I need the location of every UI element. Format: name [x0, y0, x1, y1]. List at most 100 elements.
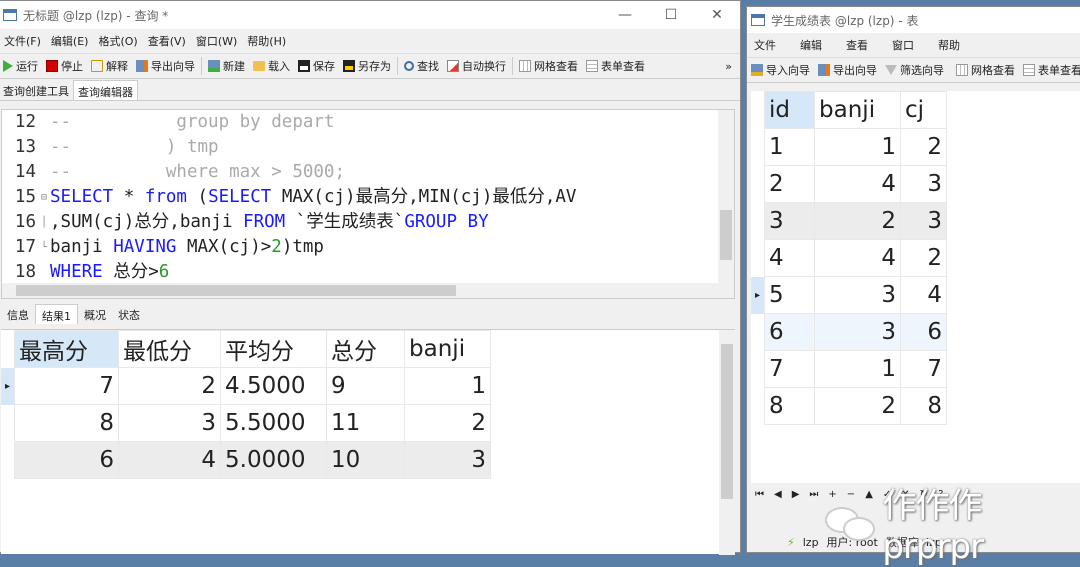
tab-profile[interactable]: 概况 [78, 304, 112, 324]
minimize-button[interactable]: — [602, 7, 648, 23]
cell[interactable]: 1 [404, 367, 492, 405]
table-row[interactable]: 323 [751, 202, 948, 240]
table-row[interactable]: 828 [751, 387, 948, 425]
cell[interactable]: 8 [14, 404, 120, 442]
cell[interactable]: 3 [404, 441, 492, 479]
tab-status[interactable]: 状态 [112, 304, 146, 324]
cell[interactable]: 4 [814, 239, 902, 277]
cell[interactable]: 6 [14, 441, 120, 479]
editor-line[interactable]: 15 ⊟ SELECT * from (SELECT MAX(cj)最高分,MIN(… [2, 185, 734, 210]
table-row[interactable]: ▸ 7 2 4.5000 9 1 [1, 367, 492, 405]
cell[interactable]: 5.5000 [220, 404, 328, 442]
cell[interactable]: 4 [814, 165, 902, 203]
cell[interactable]: 3 [814, 313, 902, 351]
cell[interactable]: 10 [326, 441, 406, 479]
cell[interactable]: 1 [814, 350, 902, 388]
cell[interactable]: 9 [326, 367, 406, 405]
column-header[interactable]: 最低分 [118, 330, 222, 368]
table-row[interactable]: 6 4 5.0000 10 3 [1, 441, 492, 479]
filter-wizard-button[interactable]: 筛选向导 [881, 62, 948, 78]
cell[interactable]: 5.0000 [220, 441, 328, 479]
tab-info[interactable]: 信息 [1, 304, 35, 324]
menu-window[interactable]: 窗口(W) [191, 33, 242, 49]
grid-view-button[interactable]: 网格查看 [515, 58, 582, 74]
menu-help[interactable]: 帮助(H) [242, 33, 291, 49]
stop-button[interactable]: 停止 [42, 58, 87, 74]
last-record-button[interactable]: ⏭ [809, 489, 818, 500]
column-header[interactable]: 总分 [326, 330, 406, 368]
fold-marker[interactable]: ⊟ [38, 185, 50, 210]
menu-file[interactable]: 文件(F) [0, 33, 46, 49]
cell[interactable]: 2 [814, 387, 902, 425]
table-row[interactable]: 243 [751, 165, 948, 203]
form-view-button[interactable]: 表单查看 [582, 58, 649, 74]
word-wrap-button[interactable]: 自动换行 [443, 58, 510, 74]
new-button[interactable]: 新建 [204, 58, 249, 74]
cell[interactable]: 3 [900, 165, 948, 203]
scroll-thumb[interactable] [720, 210, 732, 260]
import-wizard-button[interactable]: 导入向导 [747, 62, 814, 78]
export-wizard-button[interactable]: 导出向导 [132, 58, 199, 74]
cell[interactable]: 1 [764, 128, 816, 166]
menu-edit[interactable]: 编辑(E) [46, 33, 94, 49]
table-row[interactable]: 112 [751, 128, 948, 166]
editor-line[interactable]: 17 └ banji HAVING MAX(cj)>2)tmp [2, 235, 734, 260]
editor-line[interactable]: 14 -- where max > 5000; [2, 160, 734, 185]
cell[interactable]: 2 [118, 367, 222, 405]
column-header[interactable]: banji [404, 330, 492, 368]
editor-line[interactable]: 12 -- group by depart [2, 110, 734, 135]
menu-format[interactable]: 格式(O) [93, 33, 142, 49]
cell[interactable]: 3 [900, 202, 948, 240]
cell[interactable]: 3 [814, 276, 902, 314]
table-row[interactable]: 8 3 5.5000 11 2 [1, 404, 492, 442]
cell[interactable]: 3 [764, 202, 816, 240]
export-wizard-button[interactable]: 导出向导 [814, 62, 881, 78]
next-record-button[interactable]: ▶ [792, 489, 800, 500]
maximize-button[interactable]: ☐ [648, 7, 694, 23]
load-button[interactable]: 载入 [249, 58, 294, 74]
cell[interactable]: 2 [814, 202, 902, 240]
cell[interactable]: 6 [900, 313, 948, 351]
cell[interactable]: 4.5000 [220, 367, 328, 405]
table-row[interactable]: 636 [751, 313, 948, 351]
grid-view-button[interactable]: 网格查看 [952, 62, 1019, 78]
column-header[interactable]: 最高分 [14, 330, 120, 368]
tab-query-editor[interactable]: 查询编辑器 [73, 80, 138, 100]
cell[interactable]: 8 [900, 387, 948, 425]
column-header[interactable]: cj [900, 91, 948, 129]
cell[interactable]: 4 [118, 441, 222, 479]
run-button[interactable]: 运行 [0, 58, 42, 74]
cell[interactable]: 3 [118, 404, 222, 442]
menu-help[interactable]: 帮助 [933, 37, 965, 53]
cell[interactable]: 7 [764, 350, 816, 388]
result-vertical-scrollbar[interactable] [719, 330, 735, 555]
cell[interactable]: 4 [764, 239, 816, 277]
cell[interactable]: 1 [814, 128, 902, 166]
cell[interactable]: 7 [14, 367, 120, 405]
cell[interactable]: 11 [326, 404, 406, 442]
menu-window[interactable]: 窗口 [887, 37, 919, 53]
menu-edit[interactable]: 编辑 [795, 37, 827, 53]
column-header[interactable]: banji [814, 91, 902, 129]
table-row[interactable]: ▸ 5 3 4 [751, 276, 948, 314]
scroll-thumb[interactable] [721, 344, 733, 499]
editor-line[interactable]: 18 WHERE 总分>6 [2, 260, 734, 285]
table-row[interactable]: 442 [751, 239, 948, 277]
explain-button[interactable]: 解释 [87, 58, 132, 74]
cell[interactable]: 2 [764, 165, 816, 203]
cell[interactable]: 5 [764, 276, 816, 314]
cell[interactable]: 8 [764, 387, 816, 425]
prev-record-button[interactable]: ◀ [774, 489, 782, 500]
form-view-button[interactable]: 表单查看 [1019, 62, 1080, 78]
cell[interactable]: 2 [404, 404, 492, 442]
close-button[interactable]: ✕ [694, 7, 740, 23]
sql-editor[interactable]: 12 -- group by depart 13 -- ) tmp 14 -- where… [1, 109, 735, 299]
tab-result1[interactable]: 结果1 [35, 304, 78, 324]
save-button[interactable]: 保存 [294, 58, 339, 74]
cell[interactable]: 4 [900, 276, 948, 314]
save-as-button[interactable]: 另存为 [339, 58, 395, 74]
tab-query-builder[interactable]: 查询创建工具 [0, 80, 73, 100]
table-row[interactable]: 717 [751, 350, 948, 388]
cell[interactable]: 6 [764, 313, 816, 351]
editor-horizontal-scrollbar[interactable] [2, 283, 734, 298]
